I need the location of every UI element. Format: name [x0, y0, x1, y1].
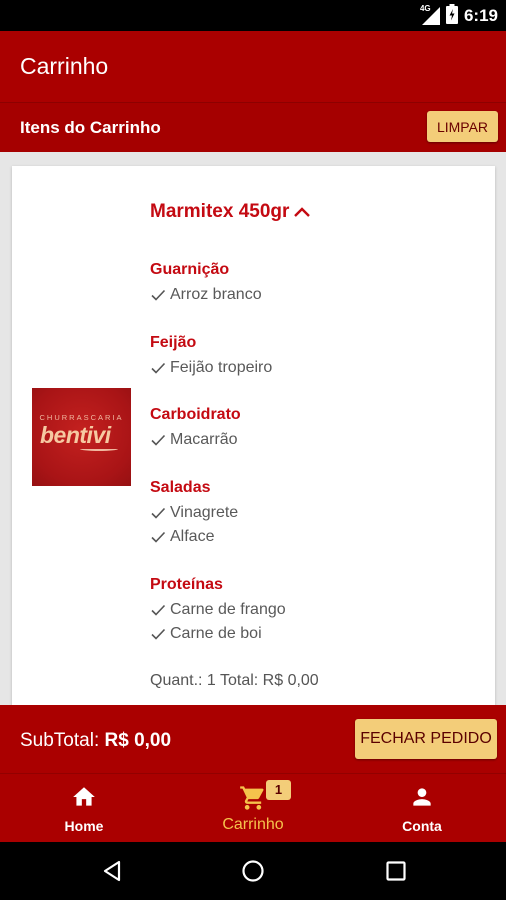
logo-main-text: bentivi — [40, 422, 111, 448]
nav-label-conta: Conta — [402, 818, 442, 834]
cart-content[interactable]: CHURRASCARIA bentivi Marmitex 450gr Guar… — [0, 152, 506, 705]
option-label: Carne de boi — [170, 625, 262, 642]
home-circle-icon[interactable] — [241, 859, 265, 883]
cart-section-header: Itens do Carrinho LIMPAR — [0, 102, 506, 152]
cart-count-badge: 1 — [266, 780, 291, 800]
check-icon — [151, 628, 166, 640]
cart-item-card: CHURRASCARIA bentivi Marmitex 450gr Guar… — [12, 166, 495, 705]
person-icon — [413, 788, 431, 806]
nav-label-home: Home — [64, 818, 104, 834]
item-name: Marmitex 450gr — [150, 201, 290, 222]
subtotal-value: R$ 0,00 — [104, 730, 172, 751]
option-label: Vinagrete — [170, 504, 239, 521]
nav-label-carrinho: Carrinho — [222, 816, 284, 833]
app-bar: Carrinho — [0, 31, 506, 102]
option-item: Arroz branco — [150, 286, 262, 304]
quantity-total: Quant.: 1 Total: R$ 0,00 — [150, 672, 319, 689]
check-icon — [151, 507, 166, 519]
cart-section-title: Itens do Carrinho — [20, 118, 161, 137]
logo-top-text: CHURRASCARIA — [39, 413, 124, 422]
check-icon — [151, 362, 166, 374]
nav-item-carrinho[interactable]: Carrinho — [169, 774, 337, 842]
page-title: Carrinho — [20, 53, 109, 79]
clear-cart-button[interactable]: LIMPAR — [427, 111, 498, 142]
category-label: Carboidrato — [150, 406, 241, 423]
option-label: Macarrão — [170, 431, 238, 448]
cart-icon — [240, 786, 264, 810]
item-name-toggle[interactable]: Marmitex 450gr — [150, 201, 311, 223]
recents-icon[interactable] — [384, 859, 408, 883]
option-item: Vinagrete — [150, 504, 238, 522]
status-icons: 4G 6:19 — [420, 3, 498, 29]
back-icon[interactable] — [100, 859, 124, 883]
home-icon — [73, 787, 95, 806]
bottom-nav: Home Carrinho 1 Conta — [0, 773, 506, 842]
logo-swoosh — [80, 447, 118, 451]
check-icon — [151, 289, 166, 301]
nav-item-conta[interactable]: Conta — [338, 774, 506, 842]
category-label: Proteínas — [150, 576, 223, 593]
category-label: Guarnição — [150, 261, 230, 278]
category-label: Saladas — [150, 479, 211, 496]
option-label: Feijão tropeiro — [170, 359, 273, 376]
option-item: Alface — [150, 528, 214, 546]
option-label: Alface — [170, 528, 215, 545]
check-icon — [151, 604, 166, 616]
battery-icon — [445, 3, 458, 29]
status-time: 6:19 — [463, 6, 498, 25]
signal-icon: 4G — [420, 4, 440, 25]
option-item: Macarrão — [150, 431, 238, 449]
option-item: Feijão tropeiro — [150, 359, 272, 377]
system-nav-bar — [0, 842, 506, 900]
nav-item-home[interactable]: Home — [0, 774, 168, 842]
category-label: Feijão — [150, 334, 197, 351]
restaurant-logo: CHURRASCARIA bentivi — [32, 388, 131, 486]
option-label: Carne de frango — [170, 601, 286, 618]
chevron-up-icon — [294, 207, 311, 217]
subtotal-text: SubTotal: R$ 0,00 — [20, 730, 171, 752]
option-item: Carne de frango — [150, 601, 286, 619]
subtotal-label: SubTotal: — [20, 730, 100, 751]
check-icon — [151, 531, 166, 543]
subtotal-bar: SubTotal: R$ 0,00 FECHAR PEDIDO — [0, 705, 506, 773]
option-item: Carne de boi — [150, 625, 262, 643]
option-label: Arroz branco — [170, 286, 262, 303]
close-order-button[interactable]: FECHAR PEDIDO — [355, 719, 497, 759]
check-icon — [151, 434, 166, 446]
status-bar: 4G 6:19 — [0, 0, 506, 31]
